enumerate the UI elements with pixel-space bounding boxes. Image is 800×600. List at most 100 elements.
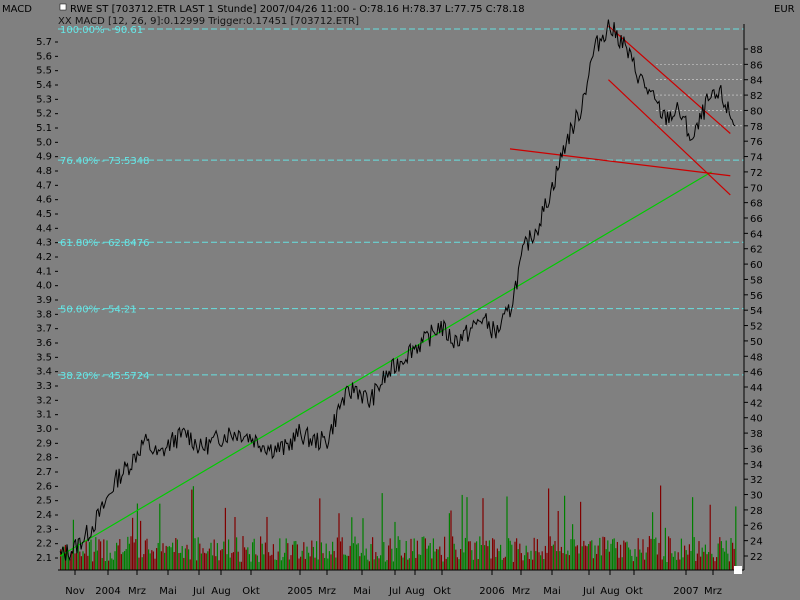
volume-bar <box>618 557 620 570</box>
left-tick-label: 4.1 <box>36 266 52 277</box>
volume-bar <box>620 544 622 570</box>
volume-bar <box>688 544 690 570</box>
right-tick-label: 40 <box>750 414 763 425</box>
volume-bar <box>124 551 126 570</box>
volume-bar <box>696 553 698 570</box>
x-tick-label: Mrz <box>704 586 722 597</box>
volume-bar <box>312 546 314 570</box>
volume-bar <box>410 538 412 570</box>
volume-bar <box>616 541 618 570</box>
volume-bar <box>671 553 673 570</box>
left-tick-label: 3.9 <box>36 295 52 306</box>
right-tick-label: 66 <box>750 214 763 225</box>
price-chart[interactable]: 5.7 5.6 5.5 5.4 5.3 5.2 5.1 5.0 4.9 4.8 4.7 4.6 4.5 4… <box>0 0 800 600</box>
volume-bar <box>143 554 145 570</box>
volume-bar <box>116 542 118 570</box>
x-tick-label: 2007 <box>673 586 698 597</box>
volume-bar <box>205 553 207 570</box>
right-tick-label: 42 <box>750 398 763 409</box>
indicator-label: MACD <box>2 4 32 15</box>
volume-bar <box>128 543 130 570</box>
volume-bar <box>296 544 298 570</box>
left-tick-label: 2.8 <box>36 453 52 464</box>
volume-bar <box>276 559 278 570</box>
left-tick-label: 4.7 <box>36 180 52 191</box>
volume-bar <box>556 551 558 570</box>
volume-bar <box>642 539 644 570</box>
volume-bar <box>208 548 210 570</box>
volume-bar <box>701 547 703 570</box>
volume-bar <box>234 516 236 570</box>
left-tick-label: 5.5 <box>36 66 52 77</box>
left-tick-label: 2.6 <box>36 481 52 492</box>
left-tick-label: 4.4 <box>36 223 52 234</box>
volume-bar <box>269 555 271 570</box>
x-tick-label: Mrz <box>128 586 146 597</box>
volume-bar <box>704 544 706 570</box>
window-menu-icon[interactable] <box>59 3 67 11</box>
right-tick-label: 72 <box>750 168 763 179</box>
volume-bar <box>255 554 257 570</box>
volume-bar <box>703 551 705 570</box>
volume-bar <box>378 558 380 570</box>
volume-bar <box>357 543 359 570</box>
volume-bar <box>375 552 377 570</box>
volume-bar <box>349 545 351 570</box>
volume-bar <box>144 540 146 570</box>
volume-bar <box>253 538 255 570</box>
volume-bar <box>202 548 204 570</box>
volume-bar <box>356 544 358 570</box>
x-tick-label: Aug <box>211 586 231 597</box>
volume-bar <box>596 553 598 570</box>
right-tick-label: 62 <box>750 245 763 256</box>
volume-bar <box>672 556 674 570</box>
volume-bar <box>194 538 196 570</box>
volume-bar <box>679 559 681 570</box>
volume-bar <box>533 537 535 570</box>
volume-bar <box>352 543 354 570</box>
volume-bar <box>160 551 162 570</box>
volume-bar <box>432 538 434 570</box>
volume-bar <box>461 494 463 570</box>
volume-bar <box>722 548 724 570</box>
volume-bar <box>180 552 182 570</box>
volume-bar <box>298 558 300 570</box>
volume-bar <box>695 560 697 570</box>
right-tick-label: 46 <box>750 368 763 379</box>
volume-bar <box>477 559 479 570</box>
volume-bar <box>389 538 391 570</box>
volume-bar <box>498 551 500 570</box>
volume-bar <box>658 542 660 570</box>
chart-title: RWE ST [703712.ETR LAST 1 Stunde] 2007/0… <box>70 4 525 15</box>
volume-bar <box>466 497 468 570</box>
left-tick-label: 2.1 <box>36 553 52 564</box>
volume-bar <box>295 540 297 570</box>
volume-bar <box>508 538 510 570</box>
volume-bar <box>392 561 394 570</box>
volume-bar <box>82 551 84 570</box>
volume-bar <box>728 561 730 570</box>
volume-bar <box>319 498 321 570</box>
right-tick-label: 38 <box>750 429 763 440</box>
volume-bar <box>565 554 567 570</box>
left-tick-label: 3.8 <box>36 309 52 320</box>
right-tick-label: 28 <box>750 506 763 517</box>
volume-bar <box>664 527 666 570</box>
volume-bar <box>552 544 554 570</box>
volume-bar <box>338 513 340 570</box>
volume-bar <box>120 554 122 570</box>
volume-bar <box>684 545 686 570</box>
volume-bar <box>487 546 489 570</box>
volume-bar <box>394 521 396 570</box>
volume-bar <box>88 542 90 570</box>
volume-bar <box>712 557 714 570</box>
right-tick-label: 56 <box>750 291 763 302</box>
volume-bar <box>440 554 442 570</box>
volume-bar <box>240 561 242 570</box>
volume-bar <box>522 560 524 570</box>
currency-label: EUR <box>774 4 795 15</box>
volume-bar <box>548 488 550 570</box>
volume-bar <box>663 556 665 570</box>
right-tick-label: 32 <box>750 475 763 486</box>
volume-bar <box>576 545 578 570</box>
